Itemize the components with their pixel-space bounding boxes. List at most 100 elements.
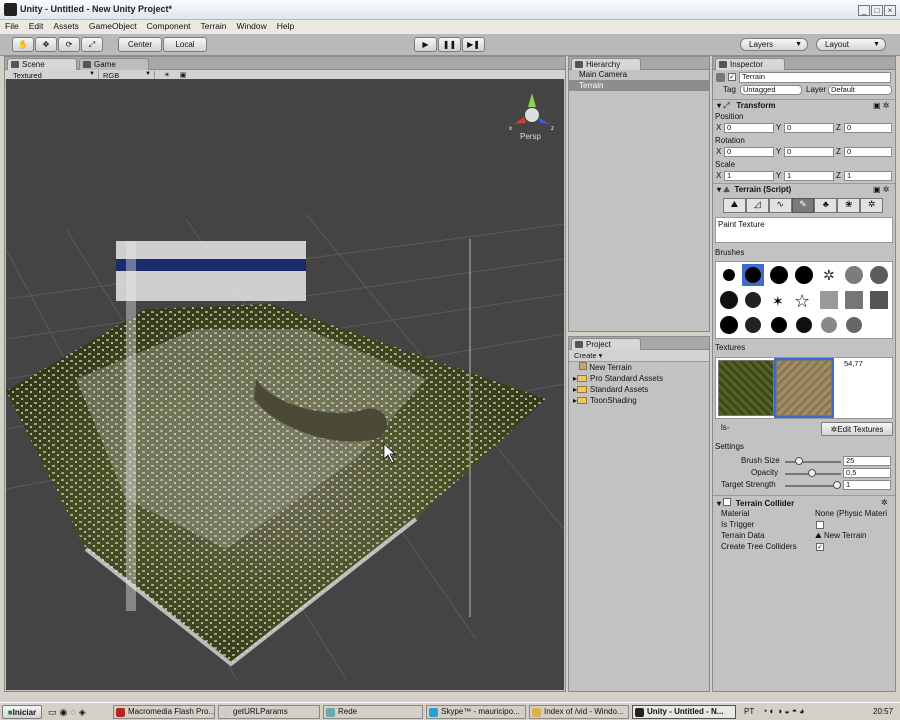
- scale-tool-button[interactable]: ⤢: [81, 37, 103, 52]
- menu-terrain[interactable]: Terrain: [196, 20, 232, 32]
- menu-assets[interactable]: Assets: [48, 20, 84, 32]
- opacity-knob[interactable]: [808, 469, 816, 477]
- task-label: Index of /vid - Windo...: [544, 707, 624, 716]
- pivot-center-button[interactable]: Center: [118, 37, 162, 52]
- terrain-script-header[interactable]: ▾ ⛰ Terrain (Script): [717, 185, 791, 195]
- layers-dropdown[interactable]: Layers ▼: [740, 38, 808, 51]
- minimize-button[interactable]: _: [858, 5, 870, 16]
- project-item-label: Standard Assets: [590, 385, 649, 394]
- brush-size-knob[interactable]: [795, 457, 803, 465]
- texture-list[interactable]: 54,77: [715, 357, 893, 419]
- scale-x-field[interactable]: 1: [724, 171, 774, 181]
- paint-texture-tool-icon[interactable]: ✎: [791, 198, 815, 213]
- material-field[interactable]: None (Physic Materi: [815, 509, 895, 519]
- place-trees-tool-icon[interactable]: ♣: [814, 198, 838, 213]
- target-strength-knob[interactable]: [833, 481, 841, 489]
- menu-file[interactable]: File: [0, 20, 24, 32]
- tray-icons[interactable]: ◔◐◑◒◓◕: [762, 706, 862, 716]
- brushes-label: Brushes: [715, 248, 745, 257]
- flash-icon: [116, 708, 125, 717]
- rot-x-field[interactable]: 0: [724, 147, 774, 157]
- scale-x-label: X: [716, 171, 722, 180]
- start-button[interactable]: ■Iniciar: [2, 705, 42, 719]
- scene-viewport[interactable]: x z Persp: [5, 79, 565, 690]
- grass-texture-swatch[interactable]: [718, 360, 774, 416]
- hierarchy-item-main-camera[interactable]: Main Camera: [579, 69, 699, 80]
- menu-edit[interactable]: Edit: [24, 20, 49, 32]
- project-item-label: New Terrain: [589, 363, 632, 372]
- project-item-new-terrain[interactable]: New Terrain: [579, 362, 632, 373]
- paint-details-tool-icon[interactable]: ❀: [837, 198, 861, 213]
- menu-component[interactable]: Component: [142, 20, 196, 32]
- create-dropdown[interactable]: Create ▾: [574, 351, 602, 360]
- smooth-height-tool-icon[interactable]: ∿: [768, 198, 792, 213]
- create-tree-colliders-checkbox[interactable]: ✓: [816, 543, 824, 551]
- task-skype[interactable]: Skype™ - mauricipo...: [426, 705, 526, 719]
- maximize-button[interactable]: □: [871, 5, 883, 16]
- step-button[interactable]: ▶❚: [462, 37, 485, 52]
- menu-window[interactable]: Window: [232, 20, 272, 32]
- menu-help[interactable]: Help: [272, 20, 299, 32]
- paint-height-tool-icon[interactable]: ◿: [745, 198, 769, 213]
- active-checkbox[interactable]: ✓: [728, 73, 736, 81]
- move-tool-button[interactable]: ✥: [35, 37, 57, 52]
- pos-z-field[interactable]: 0: [844, 123, 892, 133]
- scale-z-field[interactable]: 1: [844, 171, 892, 181]
- tab-project[interactable]: Project: [571, 338, 641, 350]
- layer-dropdown[interactable]: Default: [828, 85, 892, 95]
- collider-enabled-checkbox[interactable]: [723, 498, 732, 506]
- brush-size-field[interactable]: 25: [843, 456, 891, 466]
- task-unity[interactable]: Unity - Untitled - N...: [632, 705, 736, 719]
- tag-dropdown[interactable]: Untagged: [740, 85, 802, 95]
- brush-size-slider[interactable]: [785, 461, 841, 463]
- tab-game[interactable]: Game: [79, 58, 149, 70]
- terrain-collider-header[interactable]: ▾ Terrain Collider: [717, 498, 794, 508]
- terrain-asset-icon: ⛰: [815, 531, 822, 540]
- project-item-pro-standard-assets[interactable]: ▸ Pro Standard Assets: [573, 373, 663, 384]
- terrain-settings-tool-icon[interactable]: ✲: [860, 198, 884, 213]
- hierarchy-item-terrain[interactable]: Terrain: [569, 80, 709, 91]
- layout-dropdown[interactable]: Layout ▼: [816, 38, 886, 51]
- sand-texture-swatch[interactable]: [774, 358, 834, 418]
- pivot-local-button[interactable]: Local: [163, 37, 207, 52]
- edit-textures-button[interactable]: ✲Edit Textures: [821, 422, 893, 436]
- component-menu-icon[interactable]: ▣ ✲: [873, 101, 889, 110]
- chevron-down-icon: ▼: [145, 71, 151, 77]
- project-item-toonshading[interactable]: ▸ ToonShading: [573, 395, 637, 406]
- rot-z-field[interactable]: 0: [844, 147, 892, 157]
- task-index[interactable]: Index of /vid - Windo...: [529, 705, 629, 719]
- task-flash[interactable]: Macromedia Flash Pro...: [113, 705, 215, 719]
- tab-scene[interactable]: Scene: [7, 58, 77, 70]
- terrain-asset-icon: [579, 362, 587, 370]
- rotate-tool-button[interactable]: ⟳: [58, 37, 80, 52]
- gear-icon[interactable]: ✲: [881, 498, 888, 507]
- is-trigger-checkbox[interactable]: [816, 521, 824, 529]
- orientation-gizmo[interactable]: x z: [509, 93, 554, 132]
- menu-gameobject[interactable]: GameObject: [84, 20, 142, 32]
- tab-inspector[interactable]: Inspector: [715, 58, 785, 70]
- raise-lower-tool-icon[interactable]: ⛰: [723, 198, 746, 213]
- target-strength-field[interactable]: 1: [843, 480, 891, 490]
- play-button[interactable]: ▶: [414, 37, 437, 52]
- pos-x-field[interactable]: 0: [724, 123, 774, 133]
- task-rede[interactable]: Rede: [323, 705, 423, 719]
- opacity-field[interactable]: 0,5: [843, 468, 891, 478]
- quick-launch-icons[interactable]: ▭◉◌◈: [48, 707, 108, 718]
- scale-y-field[interactable]: 1: [784, 171, 834, 181]
- close-button[interactable]: ×: [884, 5, 896, 16]
- ls-label: ls-: [721, 423, 730, 432]
- component-menu-icon[interactable]: ▣ ✲: [873, 185, 889, 194]
- brush-grid[interactable]: ✲ ✶ ☆: [715, 261, 893, 339]
- rot-y-field[interactable]: 0: [784, 147, 834, 157]
- terrain-view[interactable]: x z: [5, 79, 565, 690]
- pause-button[interactable]: ❚❚: [438, 37, 461, 52]
- task-geturlparams[interactable]: getURLParams: [218, 705, 320, 719]
- object-name-field[interactable]: Terrain: [739, 72, 891, 83]
- pos-x-label: X: [716, 123, 722, 132]
- transform-header[interactable]: ▾ ⤢ Transform: [717, 101, 775, 111]
- language-indicator[interactable]: PT: [744, 707, 754, 716]
- hand-tool-button[interactable]: ✋: [12, 37, 34, 52]
- terrain-data-field[interactable]: ⛰ New Terrain: [815, 531, 867, 541]
- pos-y-field[interactable]: 0: [784, 123, 834, 133]
- project-item-standard-assets[interactable]: ▸ Standard Assets: [573, 384, 648, 395]
